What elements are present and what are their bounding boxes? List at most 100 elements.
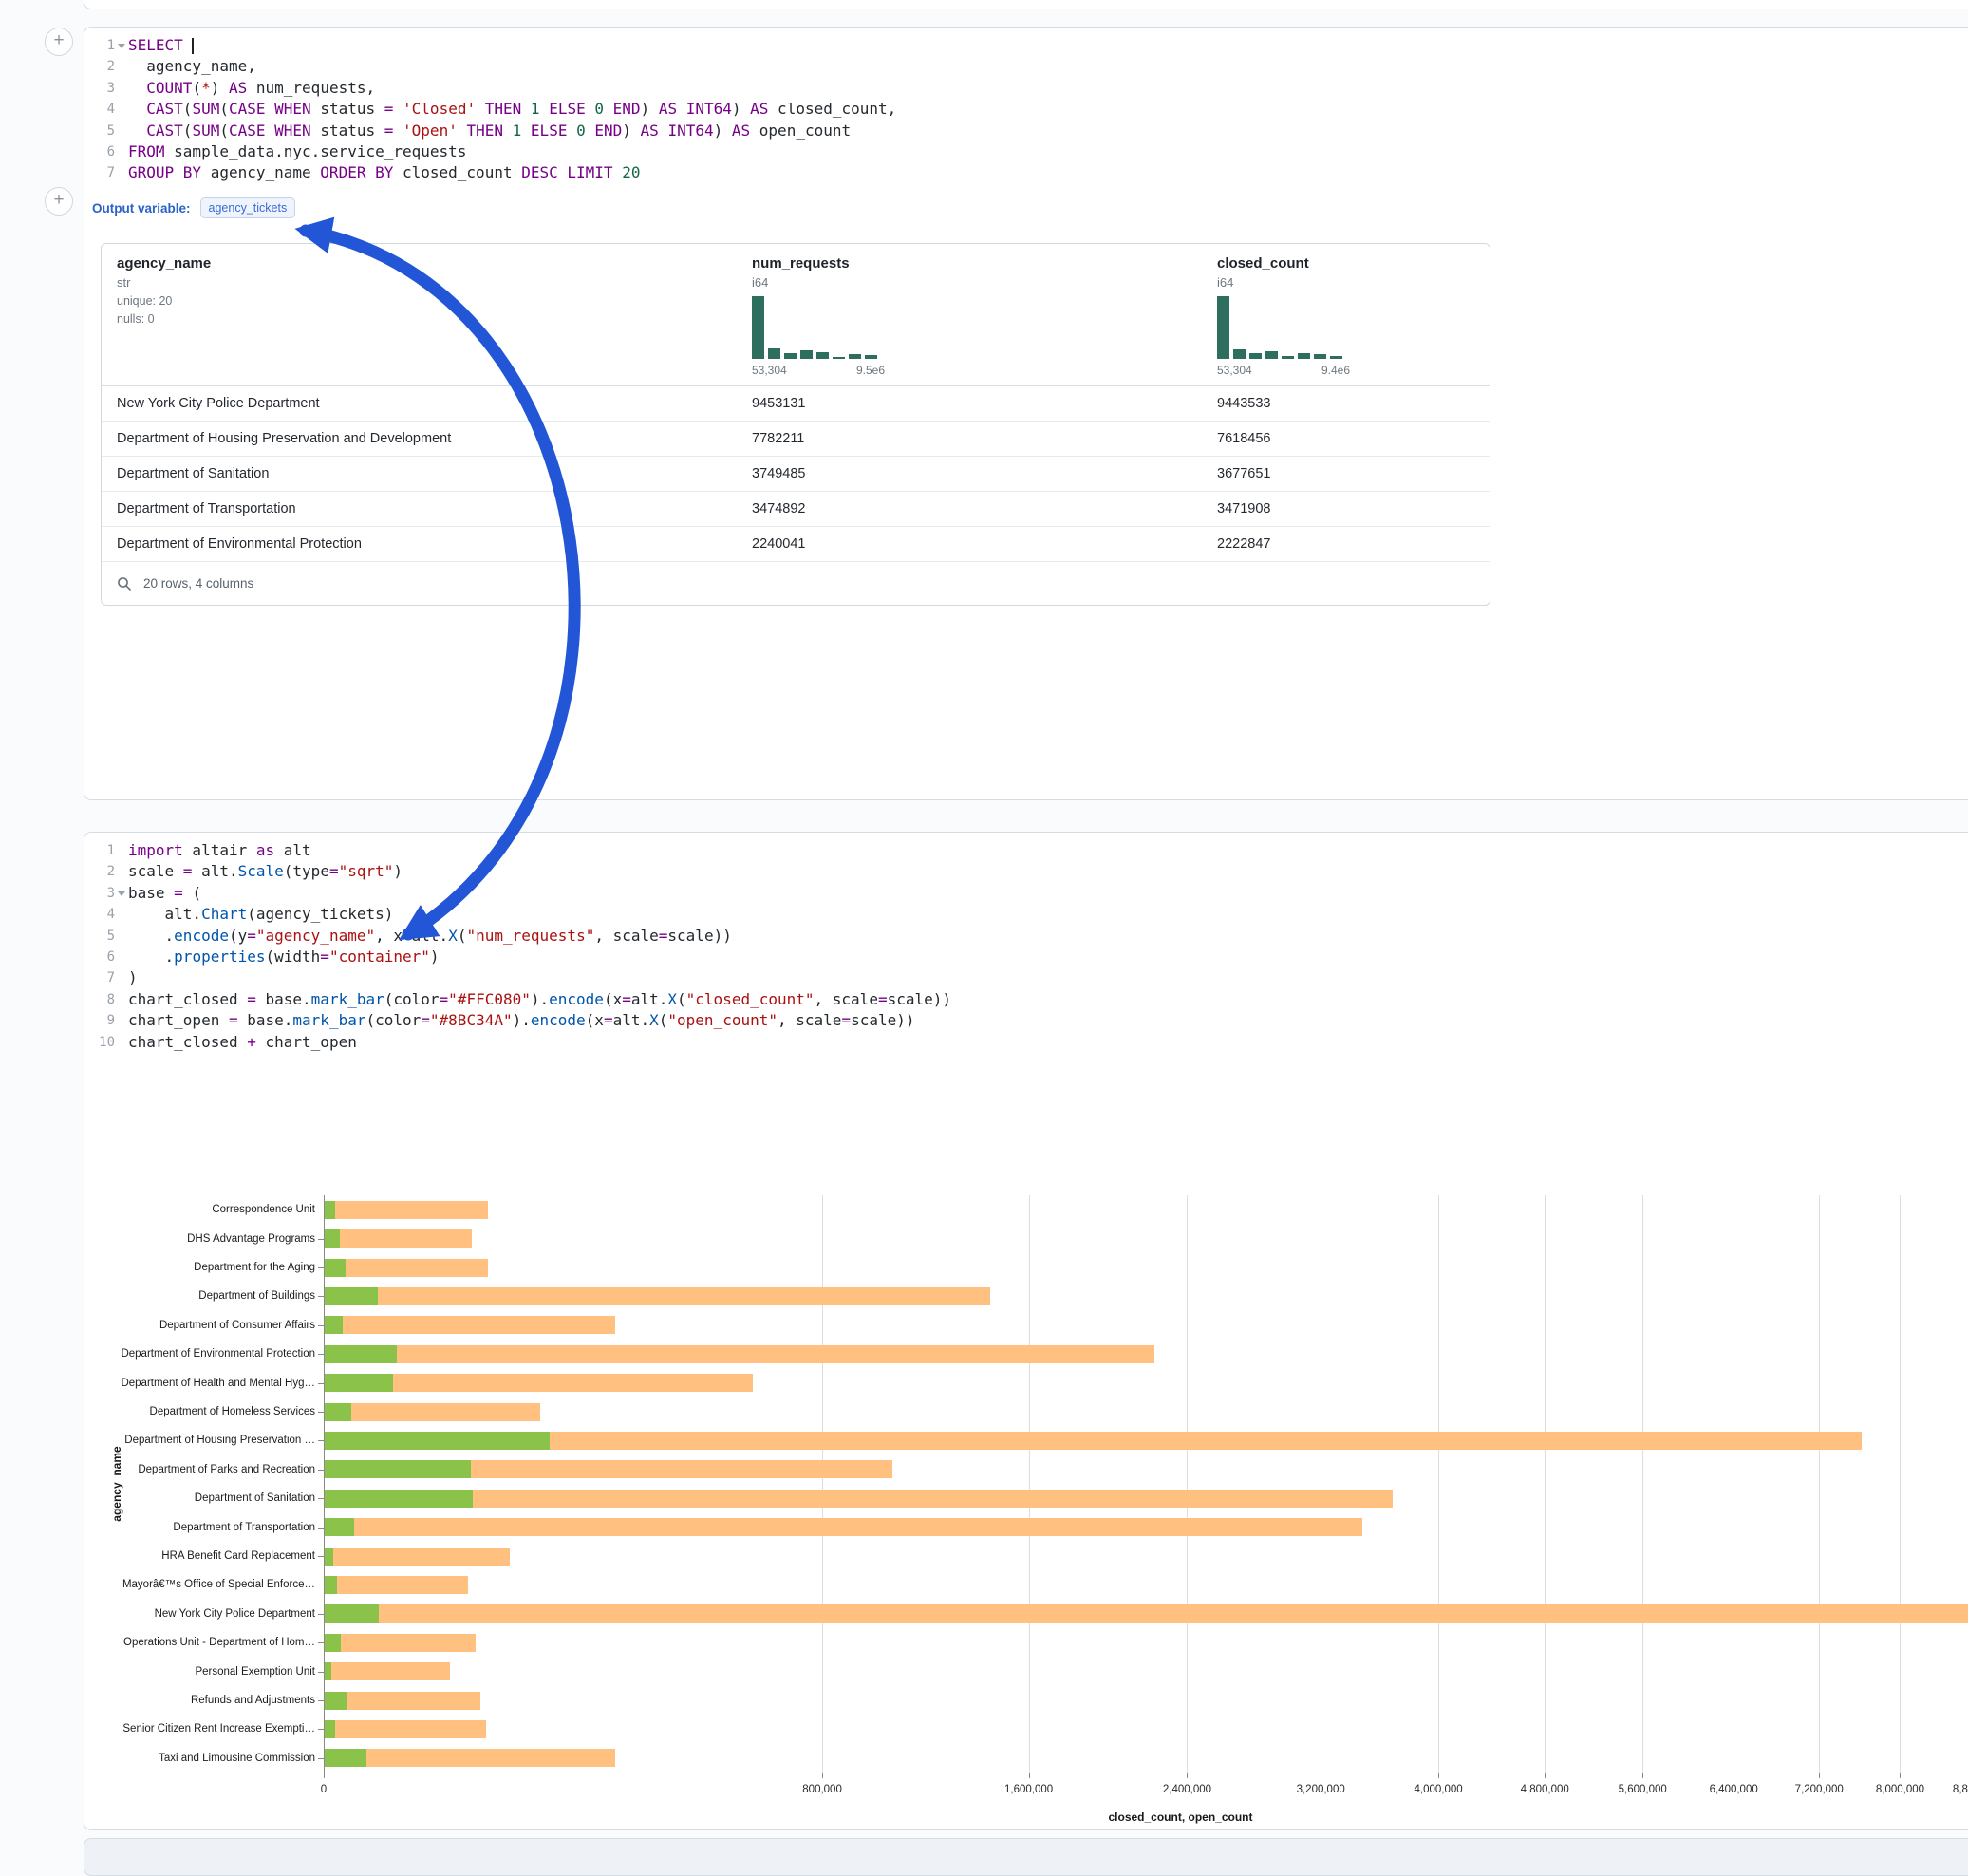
chart-bar-closed_count[interactable] bbox=[324, 1518, 1362, 1536]
chart-bar-closed_count[interactable] bbox=[324, 1201, 488, 1219]
chart-bar-open_count[interactable] bbox=[324, 1403, 351, 1421]
fold-caret-icon[interactable] bbox=[115, 35, 128, 56]
chart-bar-closed_count[interactable] bbox=[324, 1316, 615, 1334]
chart-bar-closed_count[interactable] bbox=[324, 1692, 480, 1710]
x-axis-tick-label: 5,600,000 bbox=[1585, 1784, 1699, 1795]
table-column-header[interactable]: agency_namestrunique: 20nulls: 0 bbox=[117, 244, 648, 326]
code-line[interactable]: 7) bbox=[86, 967, 951, 988]
add-cell-button-output[interactable]: + bbox=[45, 187, 73, 216]
code-line[interactable]: 5 CAST(SUM(CASE WHEN status = 'Open' THE… bbox=[86, 121, 896, 141]
chart-bar-open_count[interactable] bbox=[324, 1287, 378, 1305]
code-line[interactable]: 9chart_open = base.mark_bar(color="#8BC3… bbox=[86, 1010, 951, 1031]
chart-bar-open_count[interactable] bbox=[324, 1432, 550, 1450]
histogram-bar bbox=[1265, 351, 1278, 359]
chart-bar-closed_count[interactable] bbox=[324, 1432, 1862, 1450]
line-number: 1 bbox=[86, 35, 115, 56]
chart-bar-closed_count[interactable] bbox=[324, 1460, 892, 1478]
table-row[interactable]: Department of Housing Preservation and D… bbox=[102, 422, 1490, 457]
chart-bar-open_count[interactable] bbox=[324, 1604, 379, 1623]
table-row[interactable]: New York City Police Department945313194… bbox=[102, 386, 1490, 422]
chart-bar-open_count[interactable] bbox=[324, 1345, 397, 1363]
chart-bar-open_count[interactable] bbox=[324, 1259, 346, 1277]
chart-bar-open_count[interactable] bbox=[324, 1720, 335, 1738]
code-token: base bbox=[128, 884, 174, 902]
sql-code-editor[interactable]: 1SELECT 2 agency_name,3 COUNT(*) AS num_… bbox=[86, 35, 896, 184]
code-token: ). bbox=[531, 990, 549, 1008]
chart-bar-open_count[interactable] bbox=[324, 1576, 337, 1594]
chart-bar-closed_count[interactable] bbox=[324, 1548, 510, 1566]
code-line[interactable]: 4 alt.Chart(agency_tickets) bbox=[86, 904, 951, 925]
chart-bar-closed_count[interactable] bbox=[324, 1720, 486, 1738]
code-token: (color bbox=[365, 1011, 421, 1029]
table-row[interactable]: Department of Sanitation37494853677651 bbox=[102, 457, 1490, 492]
chart-bar-closed_count[interactable] bbox=[324, 1490, 1393, 1508]
table-column-header[interactable]: closed_counti64 bbox=[1217, 244, 1483, 290]
chart-bar-closed_count[interactable] bbox=[324, 1604, 1968, 1623]
code-line[interactable]: 5 .encode(y="agency_name", x=alt.X("num_… bbox=[86, 926, 951, 947]
code-token: closed_count bbox=[393, 163, 521, 181]
code-token: = bbox=[403, 927, 412, 945]
chart-bar-closed_count[interactable] bbox=[324, 1229, 472, 1248]
output-variable-chip[interactable]: agency_tickets bbox=[200, 197, 296, 218]
chart-bar-open_count[interactable] bbox=[324, 1374, 393, 1392]
code-line[interactable]: 3base = ( bbox=[86, 883, 951, 904]
code-line[interactable]: 6 .properties(width="container") bbox=[86, 947, 951, 967]
code-token bbox=[266, 122, 275, 140]
code-token bbox=[503, 122, 513, 140]
chart-bar-open_count[interactable] bbox=[324, 1634, 341, 1652]
chart-bar-open_count[interactable] bbox=[324, 1692, 347, 1710]
chart-bar-open_count[interactable] bbox=[324, 1460, 471, 1478]
chart-bar-open_count[interactable] bbox=[324, 1548, 333, 1566]
code-token: INT64 bbox=[686, 100, 732, 118]
code-line[interactable]: 1import altair as alt bbox=[86, 840, 951, 861]
chart-bar-closed_count[interactable] bbox=[324, 1259, 488, 1277]
chart-bar-open_count[interactable] bbox=[324, 1518, 354, 1536]
chart-bar-open_count[interactable] bbox=[324, 1229, 340, 1248]
x-axis-tick-label: 4,800,000 bbox=[1488, 1784, 1602, 1795]
code-line[interactable]: 10chart_closed + chart_open bbox=[86, 1032, 951, 1053]
chart-bar-open_count[interactable] bbox=[324, 1662, 331, 1680]
table-row[interactable]: Department of Transportation347489234719… bbox=[102, 492, 1490, 527]
chart-bar-open_count[interactable] bbox=[324, 1316, 343, 1334]
table-row[interactable]: Department of Environmental Protection22… bbox=[102, 527, 1490, 562]
chart-bar-open_count[interactable] bbox=[324, 1749, 366, 1767]
chart-bar-closed_count[interactable] bbox=[324, 1345, 1154, 1363]
code-line[interactable]: 7GROUP BY agency_name ORDER BY closed_co… bbox=[86, 162, 896, 183]
table-column-header[interactable]: num_requestsi64 bbox=[752, 244, 1065, 290]
chart-bar-open_count[interactable] bbox=[324, 1201, 335, 1219]
chart-bar-closed_count[interactable] bbox=[324, 1662, 450, 1680]
chart-bar-closed_count[interactable] bbox=[324, 1287, 990, 1305]
table-cell: 7782211 bbox=[752, 422, 1065, 457]
code-token bbox=[586, 122, 595, 140]
fold-caret-icon[interactable] bbox=[115, 883, 128, 904]
y-tick-mark bbox=[318, 1239, 324, 1240]
search-icon[interactable] bbox=[117, 576, 132, 591]
code-token: as bbox=[256, 841, 274, 859]
code-line[interactable]: 3 COUNT(*) AS num_requests, bbox=[86, 78, 896, 99]
table-cell: Department of Sanitation bbox=[117, 457, 648, 492]
chart-bar-closed_count[interactable] bbox=[324, 1576, 468, 1594]
code-line[interactable]: 4 CAST(SUM(CASE WHEN status = 'Closed' T… bbox=[86, 99, 896, 120]
code-token: . bbox=[128, 927, 174, 945]
code-token: (agency_tickets) bbox=[247, 905, 393, 923]
code-token: (type bbox=[284, 862, 329, 880]
code-line[interactable]: 1SELECT bbox=[86, 35, 896, 56]
chart-bar-closed_count[interactable] bbox=[324, 1634, 476, 1652]
chart-bar-closed_count[interactable] bbox=[324, 1403, 540, 1421]
chart-bar-closed_count[interactable] bbox=[324, 1749, 615, 1767]
histogram-bar bbox=[800, 350, 813, 359]
add-cell-button-top[interactable]: + bbox=[45, 28, 73, 56]
python-code-editor[interactable]: 1import altair as alt2scale = alt.Scale(… bbox=[86, 840, 951, 1053]
code-line[interactable]: 6FROM sample_data.nyc.service_requests bbox=[86, 141, 896, 162]
chart-bar-closed_count[interactable] bbox=[324, 1374, 753, 1392]
line-number: 1 bbox=[86, 840, 115, 861]
code-text: ) bbox=[128, 967, 138, 988]
chart-bar-open_count[interactable] bbox=[324, 1490, 473, 1508]
table-cell: Department of Housing Preservation and D… bbox=[117, 422, 648, 457]
code-line[interactable]: 2scale = alt.Scale(type="sqrt") bbox=[86, 861, 951, 882]
code-line[interactable]: 2 agency_name, bbox=[86, 56, 896, 77]
table-cell: 3471908 bbox=[1217, 492, 1483, 527]
code-line[interactable]: 8chart_closed = base.mark_bar(color="#FF… bbox=[86, 989, 951, 1010]
table-cell: 2222847 bbox=[1217, 527, 1483, 562]
code-token: AS bbox=[750, 100, 768, 118]
